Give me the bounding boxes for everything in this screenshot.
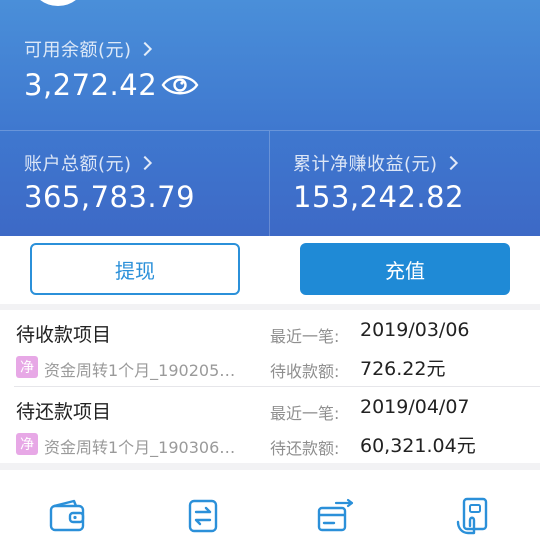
receivable-latest-label: 最近一笔: [270,327,340,346]
repayable-row[interactable]: 待还款项目 净 资金周转1个月_190306… 最近一笔: 2019/04/07… [0,387,540,463]
repayable-title: 待还款项目 [16,401,112,423]
phone-card-tab[interactable] [452,496,492,536]
net-tag-badge: 净 [16,356,38,378]
repayable-project-name: 资金周转1个月_190306… [44,438,236,457]
receivable-amount-label: 待收款额: [270,362,340,381]
transfer-icon [188,499,218,533]
divider [0,130,540,131]
withdraw-button[interactable]: 提现 [30,243,240,295]
total-assets-link[interactable]: 账户总额(元) [24,150,152,176]
chevron-right-icon [137,41,152,57]
eye-icon[interactable] [160,70,200,100]
available-balance-amount: 3,272.42 [24,68,158,102]
wallet-tab[interactable] [47,496,87,536]
bottom-tab-bar [0,470,540,540]
card-transfer-tab[interactable] [316,496,356,536]
phone-card-icon [456,497,488,535]
repayable-amount: 60,321.04元 [360,435,476,457]
cumulative-profit-link[interactable]: 累计净赚收益(元) [293,150,458,176]
total-assets-amount: 365,783.79 [24,180,196,214]
receivable-amount: 726.22元 [360,358,446,380]
action-bar: 提现 充值 [0,236,540,304]
repayable-latest-date: 2019/04/07 [360,396,470,418]
wallet-icon [49,499,85,532]
transfer-tab[interactable] [183,496,223,536]
chevron-right-icon [443,155,458,171]
receivable-row[interactable]: 待收款项目 净 资金周转1个月_190205… 最近一笔: 2019/03/06… [0,310,540,386]
net-tag-badge: 净 [16,433,38,455]
chevron-right-icon [137,155,152,171]
repayable-amount-label: 待还款额: [270,439,340,458]
account-summary-panel: 可用余额(元) 3,272.42 账户总额(元) 365,783.79 累计净赚… [0,0,540,236]
total-assets-label: 账户总额(元) [24,154,132,175]
project-list: 待收款项目 净 资金周转1个月_190205… 最近一笔: 2019/03/06… [0,310,540,463]
recharge-button[interactable]: 充值 [300,243,510,295]
available-balance-label: 可用余额(元) [24,40,132,61]
receivable-title: 待收款项目 [16,324,112,346]
cumulative-profit-label: 累计净赚收益(元) [293,154,438,175]
receivable-latest-date: 2019/03/06 [360,319,470,341]
card-transfer-icon [317,498,354,532]
repayable-latest-label: 最近一笔: [270,404,340,423]
cumulative-profit-amount: 153,242.82 [293,180,465,214]
avatar[interactable] [33,0,83,6]
receivable-project-name: 资金周转1个月_190205… [44,361,236,380]
divider [269,131,270,236]
available-balance-link[interactable]: 可用余额(元) [24,36,152,62]
